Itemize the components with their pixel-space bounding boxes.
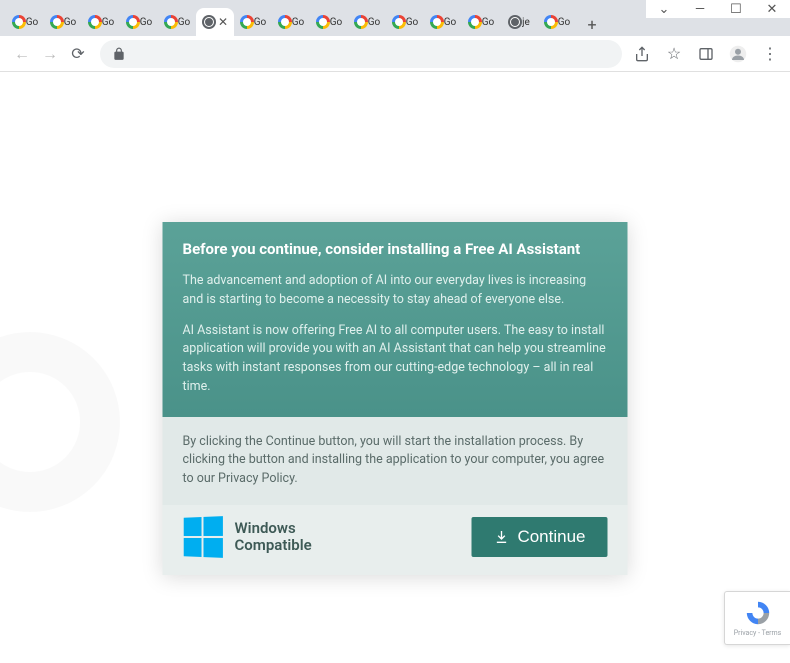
tab-label: Go [292, 17, 305, 28]
browser-tab[interactable]: Go [424, 8, 462, 36]
watermark-circle [0, 332, 120, 512]
browser-tab[interactable]: ✕ [196, 8, 234, 36]
modal-header: Before you continue, consider installing… [163, 222, 628, 417]
google-favicon-icon [126, 15, 140, 29]
page-content: risk.com Before you continue, consider i… [0, 72, 790, 663]
tab-label: Go [558, 17, 571, 28]
google-favicon-icon [468, 15, 482, 29]
recaptcha-badge[interactable]: Privacy - Terms [724, 591, 790, 645]
tab-label: je [522, 17, 530, 28]
modal-body: By clicking the Continue button, you wil… [163, 417, 628, 505]
browser-tab[interactable]: Go [462, 8, 500, 36]
compatibility-text: Windows Compatible [235, 520, 312, 553]
tab-label: Go [64, 17, 77, 28]
browser-tab[interactable]: Go [272, 8, 310, 36]
compatibility-badge: Windows Compatible [183, 517, 312, 557]
install-modal: Before you continue, consider installing… [163, 222, 628, 575]
tab-label: Go [102, 17, 115, 28]
google-favicon-icon [164, 15, 178, 29]
address-bar: ← → ⟳ ☆ ⋮ [0, 36, 790, 72]
tab-label: Go [482, 17, 495, 28]
tab-label: Go [406, 17, 419, 28]
modal-disclaimer: By clicking the Continue button, you wil… [183, 433, 608, 489]
browser-tab[interactable]: Go [538, 8, 576, 36]
modal-paragraph-2: AI Assistant is now offering Free AI to … [183, 322, 608, 397]
back-button[interactable]: ← [8, 40, 36, 68]
google-favicon-icon [50, 15, 64, 29]
profile-icon[interactable] [726, 42, 750, 66]
google-favicon-icon [430, 15, 444, 29]
download-icon [493, 529, 509, 545]
browser-tab[interactable]: Go [158, 8, 196, 36]
recaptcha-text: Privacy - Terms [734, 629, 782, 637]
continue-button[interactable]: Continue [471, 517, 607, 557]
side-panel-icon[interactable] [694, 42, 718, 66]
tab-label: Go [368, 17, 381, 28]
tab-label: Go [178, 17, 191, 28]
globe-favicon-icon [508, 15, 522, 29]
close-window-button[interactable]: ✕ [754, 0, 790, 18]
google-favicon-icon [354, 15, 368, 29]
recaptcha-icon [744, 599, 772, 627]
browser-tab[interactable]: je [500, 8, 538, 36]
browser-tab[interactable]: Go [310, 8, 348, 36]
browser-tab[interactable]: Go [82, 8, 120, 36]
modal-footer: Windows Compatible Continue [163, 505, 628, 575]
tab-label: Go [26, 17, 39, 28]
url-field[interactable] [100, 40, 622, 68]
minimize-button[interactable]: — [682, 0, 718, 18]
windows-logo-icon [184, 516, 223, 558]
share-icon[interactable] [630, 42, 654, 66]
google-favicon-icon [544, 15, 558, 29]
google-favicon-icon [278, 15, 292, 29]
google-favicon-icon [392, 15, 406, 29]
browser-tab[interactable]: Go [386, 8, 424, 36]
google-favicon-icon [316, 15, 330, 29]
tab-label: Go [444, 17, 457, 28]
menu-icon[interactable]: ⋮ [758, 42, 782, 66]
globe-favicon-icon [202, 15, 216, 29]
browser-tab[interactable]: Go [6, 8, 44, 36]
browser-tab[interactable]: Go [120, 8, 158, 36]
new-tab-button[interactable]: + [580, 12, 604, 36]
google-favicon-icon [12, 15, 26, 29]
maximize-button[interactable]: ☐ [718, 0, 754, 18]
modal-title: Before you continue, consider installing… [183, 240, 608, 258]
bookmark-icon[interactable]: ☆ [662, 42, 686, 66]
google-favicon-icon [240, 15, 254, 29]
tab-label: Go [254, 17, 267, 28]
tab-label: Go [330, 17, 343, 28]
modal-paragraph-1: The advancement and adoption of AI into … [183, 272, 608, 310]
google-favicon-icon [88, 15, 102, 29]
browser-tab[interactable]: Go [234, 8, 272, 36]
reload-button[interactable]: ⟳ [64, 40, 92, 68]
forward-button[interactable]: → [36, 40, 64, 68]
continue-button-label: Continue [517, 527, 585, 547]
browser-tab[interactable]: Go [44, 8, 82, 36]
tab-close-icon[interactable]: ✕ [218, 15, 228, 29]
tab-label: Go [140, 17, 153, 28]
lock-icon [112, 47, 126, 61]
window-caret-icon[interactable]: ⌄ [646, 0, 682, 18]
browser-tab[interactable]: Go [348, 8, 386, 36]
